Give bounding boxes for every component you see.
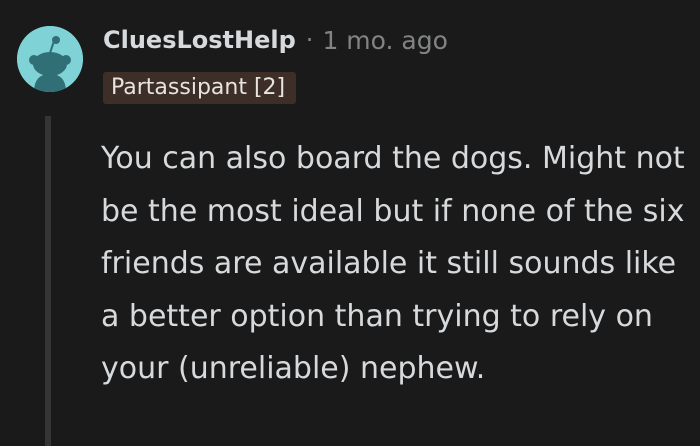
reddit-snoo-avatar-icon (17, 26, 83, 92)
avatar[interactable] (17, 26, 83, 92)
username-link[interactable]: CluesLostHelp (103, 26, 296, 54)
comment-header: CluesLostHelp · 1 mo. ago (103, 20, 448, 60)
comment-timestamp[interactable]: 1 mo. ago (322, 26, 447, 55)
user-flair-badge: Partassipant [2] (103, 72, 297, 104)
meta-separator: · (305, 26, 314, 54)
thread-collapse-line[interactable] (45, 116, 51, 446)
comment-body: You can also board the dogs. Might not b… (101, 141, 685, 386)
